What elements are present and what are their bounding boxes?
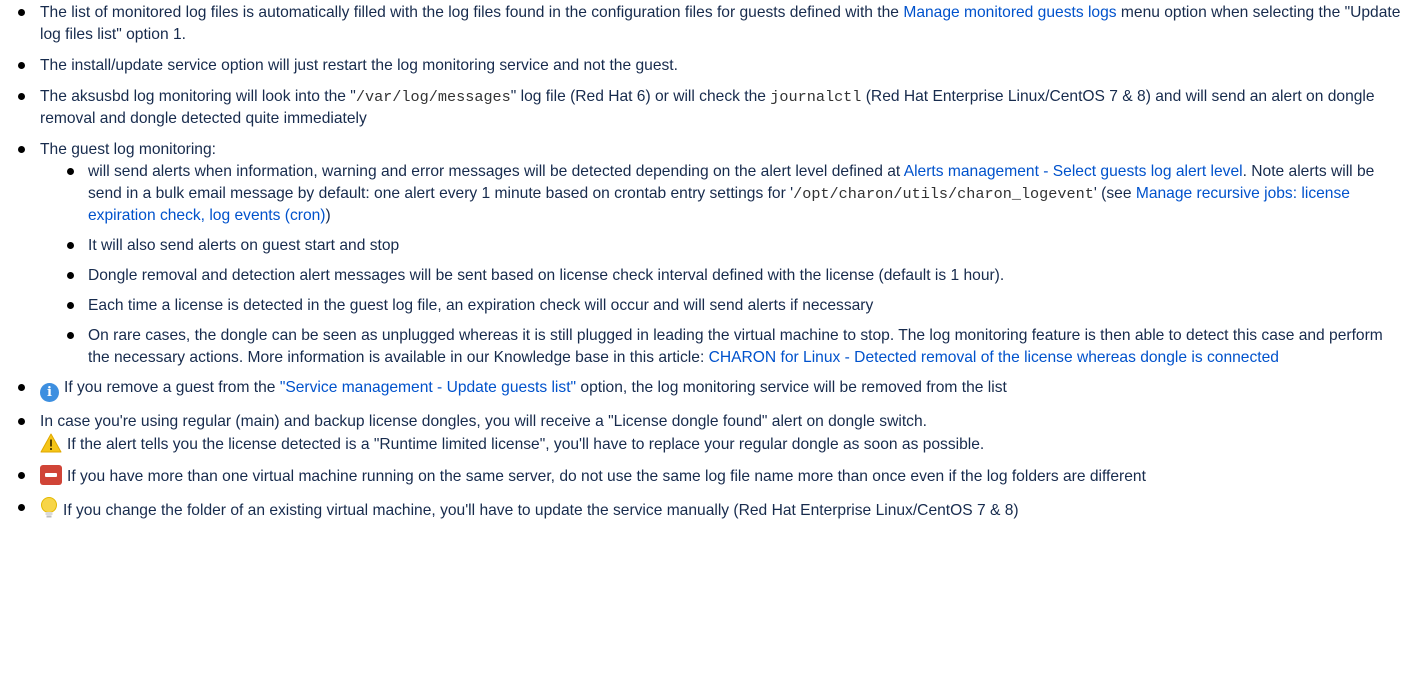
list-item: The list of monitored log files is autom…: [0, 2, 1419, 46]
sub-list-item: On rare cases, the dongle can be seen as…: [40, 325, 1401, 369]
inline-code: /var/log/messages: [355, 88, 511, 106]
list-item: If you change the folder of an existing …: [0, 497, 1419, 522]
sub-list-item: Each time a license is detected in the g…: [40, 295, 1401, 317]
alerts-management-link[interactable]: Alerts management - Select guests log al…: [904, 163, 1243, 180]
warning-icon: [40, 433, 62, 453]
service-management-link[interactable]: "Service management - Update guests list…: [280, 379, 576, 396]
bullet-list: The list of monitored log files is autom…: [0, 2, 1419, 531]
list-item: The guest log monitoring: will send aler…: [0, 139, 1419, 369]
info-icon: i: [40, 383, 59, 402]
inline-code: /opt/charon/utils/charon_logevent: [793, 185, 1094, 203]
list-item: In case you're using regular (main) and …: [0, 411, 1419, 456]
inline-code: journalctl: [770, 88, 862, 106]
kb-article-link[interactable]: CHARON for Linux - Detected removal of t…: [709, 349, 1279, 366]
sub-list-item: It will also send alerts on guest start …: [40, 235, 1401, 257]
list-item: If you have more than one virtual machin…: [0, 465, 1419, 488]
list-item: The install/update service option will j…: [0, 55, 1419, 77]
manage-monitored-guests-logs-link[interactable]: Manage monitored guests logs: [903, 4, 1116, 21]
stop-icon: [40, 465, 62, 485]
list-item: i If you remove a guest from the "Service…: [0, 377, 1419, 402]
sub-list-item: Dongle removal and detection alert messa…: [40, 265, 1401, 287]
sub-bullet-list: will send alerts when information, warni…: [40, 161, 1401, 369]
lightbulb-icon: [41, 497, 57, 518]
list-item: The aksusbd log monitoring will look int…: [0, 86, 1419, 130]
sub-list-item: will send alerts when information, warni…: [40, 161, 1401, 227]
